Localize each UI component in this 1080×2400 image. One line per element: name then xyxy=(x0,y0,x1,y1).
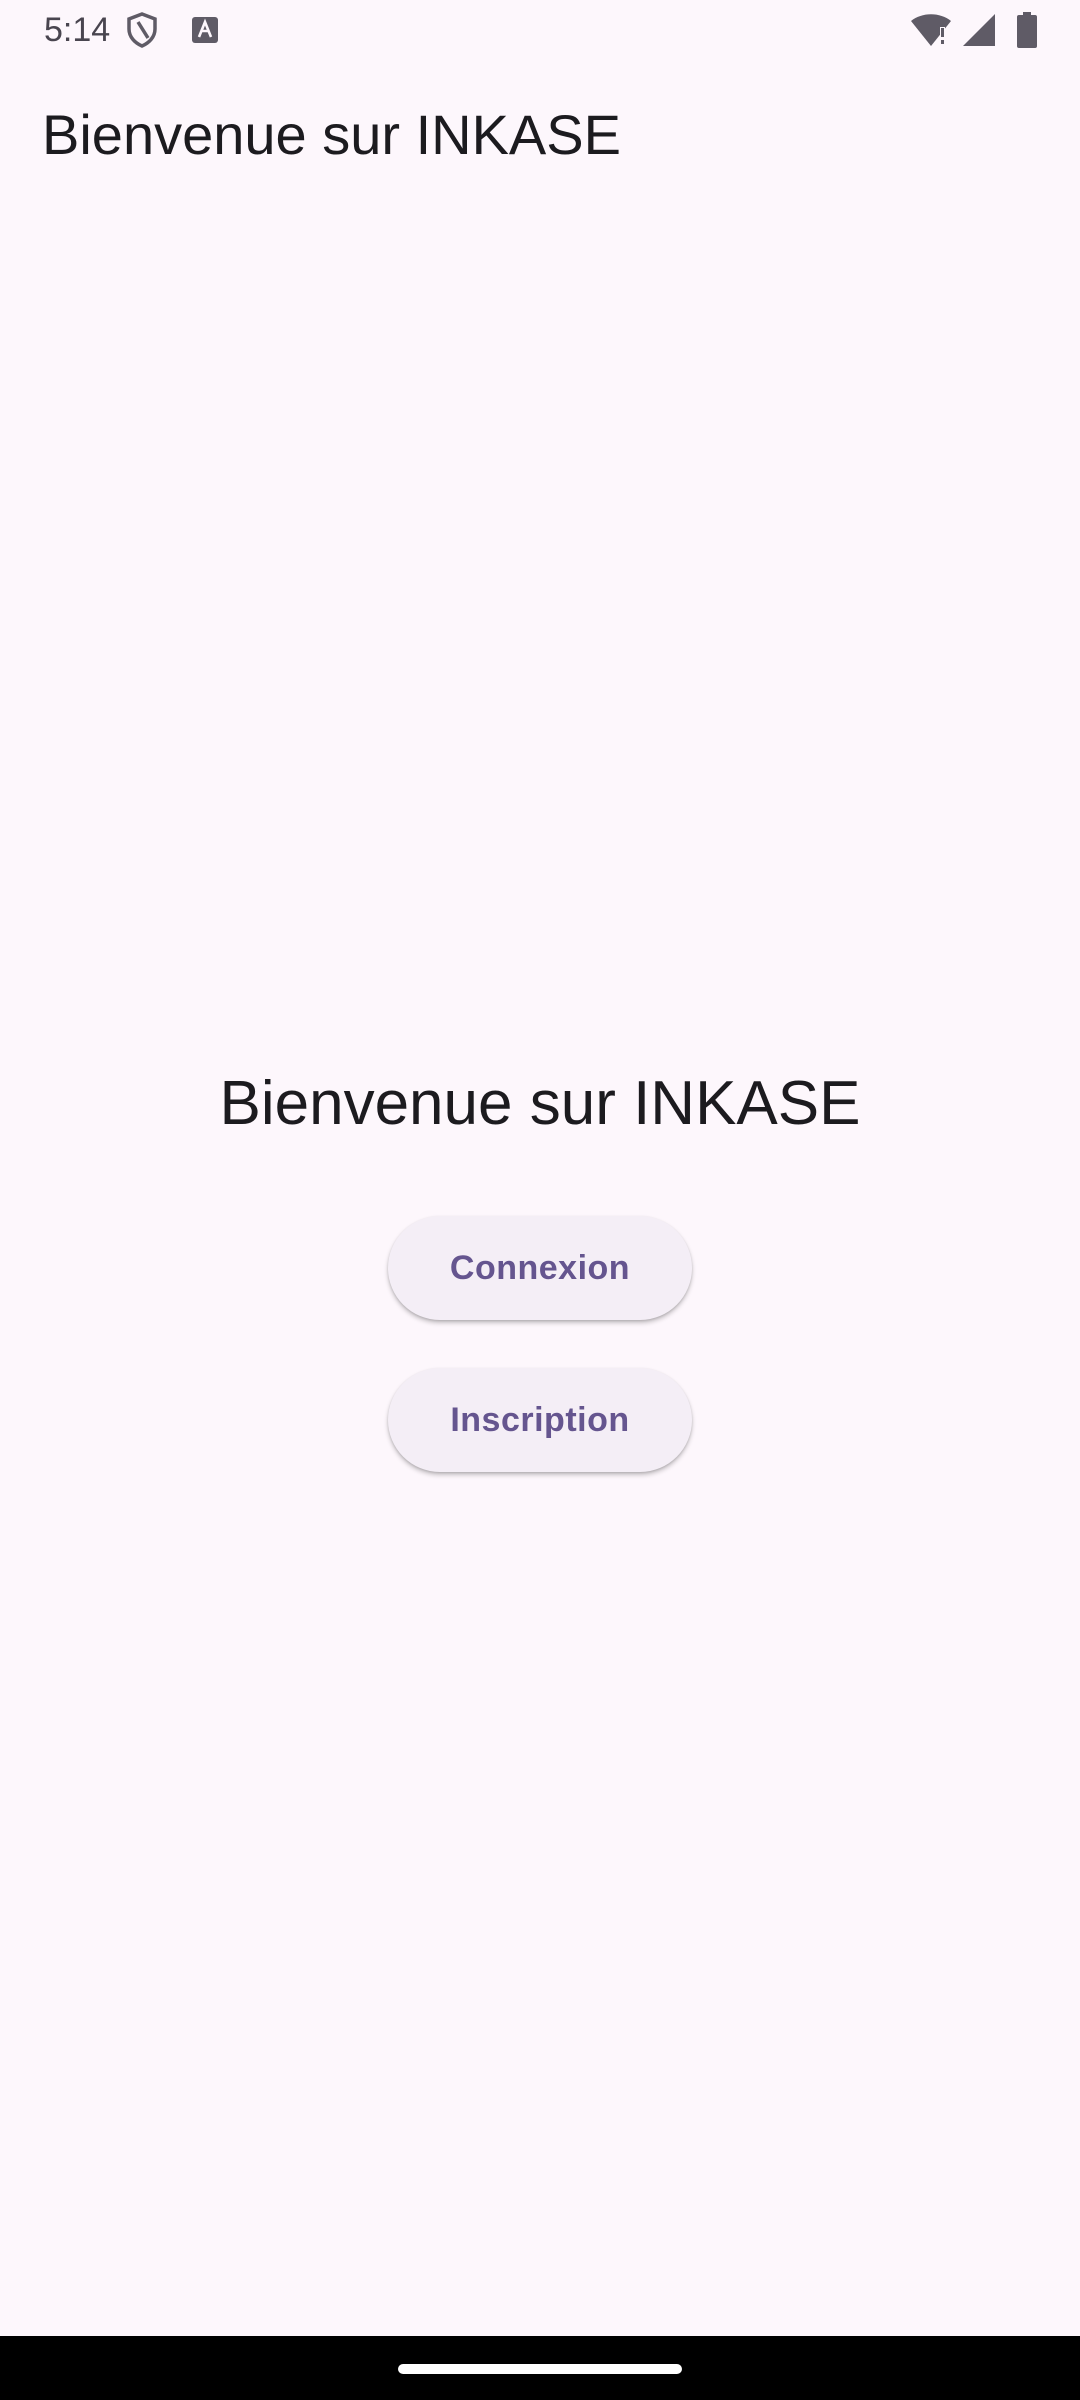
home-gesture-handle[interactable] xyxy=(398,2364,682,2374)
status-bar: 5:14 xyxy=(0,0,1080,62)
welcome-headline: Bienvenue sur INKASE xyxy=(219,1069,861,1138)
wifi-alert-icon xyxy=(910,13,952,47)
navigation-bar xyxy=(0,2336,1080,2400)
status-time: 5:14 xyxy=(44,11,111,49)
app-bar-title: Bienvenue sur INKASE xyxy=(42,103,621,166)
login-button[interactable]: Connexion xyxy=(388,1216,692,1320)
battery-icon xyxy=(1016,12,1038,48)
status-left-icons xyxy=(126,12,218,48)
keyboard-a-icon xyxy=(192,17,218,43)
app-bar: Bienvenue sur INKASE xyxy=(0,62,1080,206)
signal-icon xyxy=(962,13,996,47)
status-right-icons xyxy=(910,12,1038,48)
signup-button[interactable]: Inscription xyxy=(388,1368,692,1472)
shield-icon xyxy=(126,12,158,48)
